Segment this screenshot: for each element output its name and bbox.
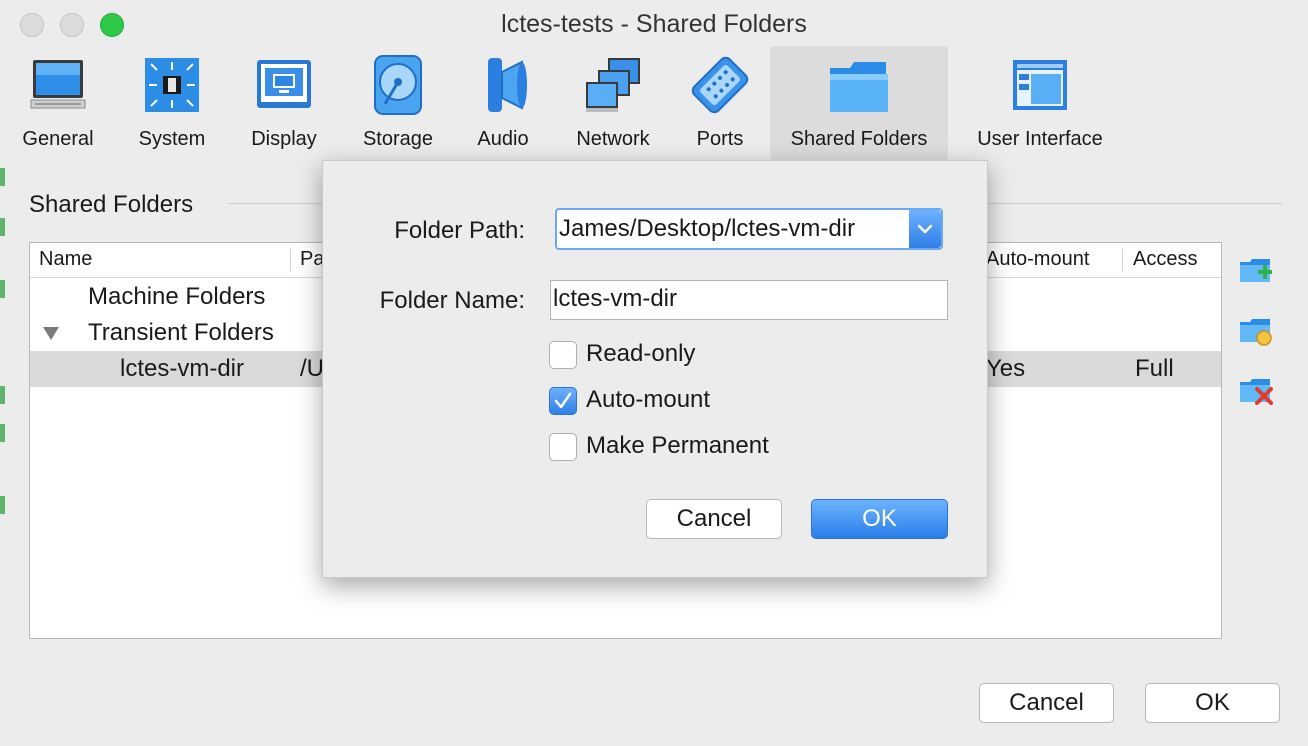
column-separator xyxy=(290,249,291,271)
readonly-label: Read-only xyxy=(586,340,696,367)
title-bar: lctes-tests - Shared Folders xyxy=(0,0,1308,48)
toolbar-item-label: Shared Folders xyxy=(790,128,928,150)
toolbar-item-label: Display xyxy=(251,128,317,150)
folder-automount-cell: Yes xyxy=(986,355,1026,382)
folder-path-value: James/Desktop/lctes-vm-dir xyxy=(559,215,856,242)
checkmark-icon xyxy=(554,392,572,409)
toolbar-item-label: Audio xyxy=(477,128,529,150)
folder-access-cell: Full xyxy=(1135,355,1174,382)
automount-checkbox[interactable] xyxy=(549,387,577,415)
toolbar-item-storage[interactable]: Storage xyxy=(350,46,446,160)
chevron-down-icon xyxy=(918,224,932,234)
toolbar-item-label: Network xyxy=(576,128,650,150)
folder-path-combobox[interactable]: James/Desktop/lctes-vm-dir xyxy=(555,208,943,250)
disk-icon xyxy=(374,55,422,115)
column-separator xyxy=(1122,249,1123,271)
network-icon xyxy=(586,58,640,112)
make-permanent-checkbox[interactable] xyxy=(549,433,577,461)
cancel-button[interactable]: Cancel xyxy=(979,683,1114,723)
column-header-name[interactable]: Name xyxy=(39,248,92,271)
dialog-cancel-button[interactable]: Cancel xyxy=(646,499,782,539)
toolbar-item-general[interactable]: General xyxy=(12,46,104,160)
speaker-icon xyxy=(488,58,527,112)
folder-name-cell: Transient Folders xyxy=(88,319,274,346)
folder-path-cell: /U xyxy=(300,355,324,382)
ok-button[interactable]: OK xyxy=(1145,683,1280,723)
toolbar-item-network[interactable]: Network xyxy=(564,46,662,160)
make-permanent-label: Make Permanent xyxy=(586,432,769,459)
chip-icon xyxy=(145,58,199,112)
toolbar-item-label: User Interface xyxy=(977,128,1103,150)
column-header-automount[interactable]: Auto-mount xyxy=(986,248,1089,271)
settings-toolbar: General System Display Storage Audio Net… xyxy=(0,46,1308,160)
add-folder-icon[interactable] xyxy=(1238,252,1274,288)
automount-label: Auto-mount xyxy=(586,386,711,413)
folder-name-cell: lctes-vm-dir xyxy=(120,355,244,382)
window-icon xyxy=(1013,60,1067,110)
section-title: Shared Folders xyxy=(29,191,194,218)
dialog-ok-button[interactable]: OK xyxy=(811,499,948,539)
edit-shared-folder-dialog: Folder Path: James/Desktop/lctes-vm-dir … xyxy=(322,160,988,578)
readonly-checkbox[interactable] xyxy=(549,341,577,369)
toolbar-item-label: Ports xyxy=(696,128,744,150)
toolbar-item-system[interactable]: System xyxy=(126,46,218,160)
disclosure-triangle-icon[interactable] xyxy=(42,325,60,341)
folder-path-label: Folder Path: xyxy=(394,217,525,244)
window-title: lctes-tests - Shared Folders xyxy=(501,10,807,38)
folder-path-dropdown-button[interactable] xyxy=(909,210,941,248)
toolbar-item-user-interface[interactable]: User Interface xyxy=(962,46,1118,160)
folder-name-value: lctes-vm-dir xyxy=(553,285,677,312)
folder-name-cell: Machine Folders xyxy=(88,283,266,310)
folder-icon xyxy=(830,62,888,112)
remove-folder-icon[interactable] xyxy=(1238,372,1274,408)
monitor-icon xyxy=(30,60,86,109)
settings-window: lctes-tests - Shared Folders General Sys… xyxy=(0,0,1308,746)
toolbar-item-label: Storage xyxy=(362,128,434,150)
edit-folder-icon[interactable] xyxy=(1238,312,1274,348)
column-header-path[interactable]: Pa xyxy=(300,248,324,271)
port-icon xyxy=(691,56,749,114)
column-header-access[interactable]: Access xyxy=(1133,248,1197,271)
folder-name-field[interactable]: lctes-vm-dir xyxy=(550,280,948,320)
toolbar-item-shared-folders[interactable]: Shared Folders xyxy=(770,46,948,160)
toolbar-item-display[interactable]: Display xyxy=(238,46,330,160)
background-window-edge xyxy=(0,160,5,746)
folder-name-label: Folder Name: xyxy=(379,287,525,314)
toolbar-item-audio[interactable]: Audio xyxy=(462,46,544,160)
toolbar-item-label: System xyxy=(138,128,206,150)
toolbar-item-ports[interactable]: Ports xyxy=(676,46,764,160)
toolbar-item-label: General xyxy=(22,128,94,150)
display-icon xyxy=(257,60,311,108)
